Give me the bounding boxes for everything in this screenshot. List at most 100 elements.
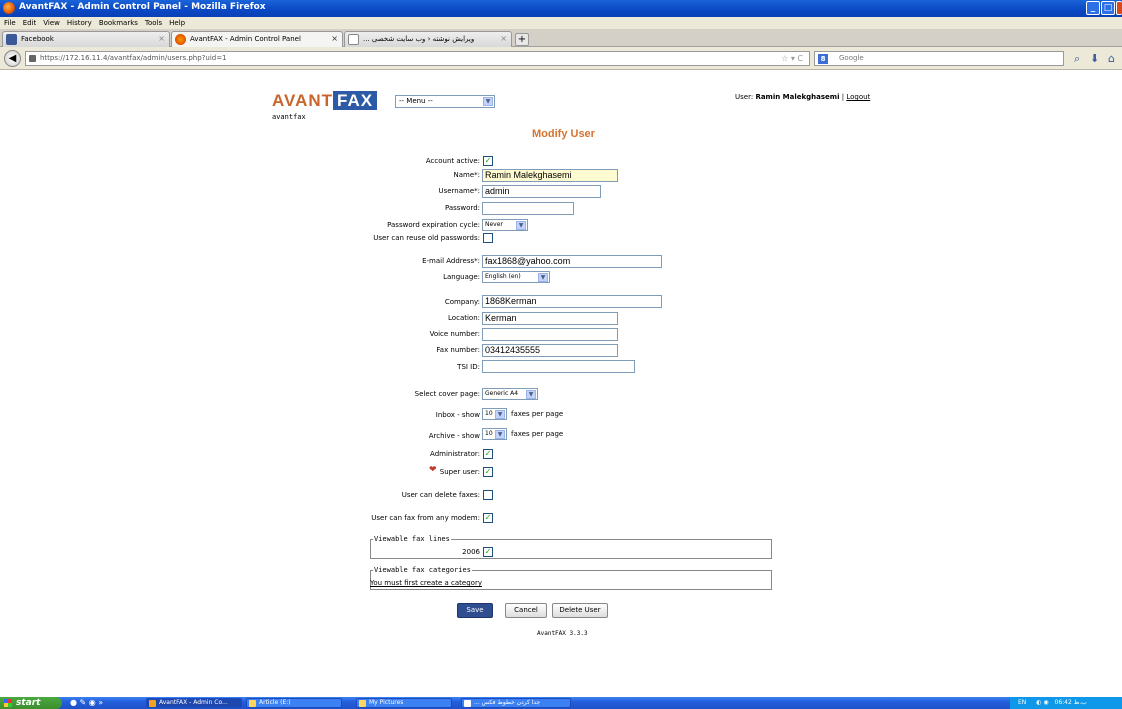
user-info: User: Ramin Malekghasemi | Logout — [735, 93, 870, 101]
menu-help[interactable]: Help — [169, 17, 185, 29]
name-label: Name*: — [453, 171, 480, 179]
search-bar[interactable]: 8 Google — [814, 51, 1064, 66]
chevron-down-icon[interactable]: ▼ — [495, 410, 505, 419]
fax-line-label: 2006 — [462, 548, 480, 556]
facebook-icon — [6, 34, 17, 45]
super-user-checkbox[interactable]: ✓ — [483, 467, 493, 477]
company-label: Company: — [444, 298, 480, 306]
download-icon[interactable]: ⬇ — [1090, 52, 1099, 65]
system-tray: EN ◐ ◉ 06:42 ب.ظ — [1010, 697, 1122, 709]
menu-file[interactable]: File — [4, 17, 16, 29]
maximize-button[interactable]: □ — [1101, 1, 1115, 15]
home-icon[interactable]: ⌂ — [1108, 52, 1115, 65]
administrator-label: Administrator: — [430, 450, 480, 458]
window-titlebar: AvantFAX - Admin Control Panel - Mozilla… — [0, 0, 1122, 17]
location-input[interactable]: Kerman — [482, 312, 618, 325]
inbox-show-label: Inbox - show — [435, 411, 480, 419]
task-my-pictures[interactable]: My Pictures — [356, 698, 452, 708]
email-input[interactable]: fax1868@yahoo.com — [482, 255, 662, 268]
menu-tools[interactable]: Tools — [145, 17, 162, 29]
delete-faxes-checkbox[interactable] — [483, 490, 493, 500]
start-button[interactable]: start — [0, 697, 62, 709]
task-article[interactable]: Article (E:) — [246, 698, 342, 708]
tray-icons[interactable]: ◐ ◉ — [1036, 699, 1048, 706]
tab-close-icon[interactable]: × — [331, 32, 338, 46]
menu-bookmarks[interactable]: Bookmarks — [99, 17, 138, 29]
archive-show-select[interactable]: 10 ▼ — [482, 428, 507, 440]
password-label: Password: — [444, 204, 480, 212]
fax-line-checkbox[interactable]: ✓ — [483, 547, 493, 557]
avantfax-tab-icon — [175, 34, 186, 45]
chevron-down-icon[interactable]: ▼ — [516, 221, 526, 230]
fax-lines-legend: Viewable fax lines — [373, 535, 451, 543]
tab-facebook[interactable]: Facebook × — [2, 31, 170, 47]
chevron-down-icon[interactable]: ▼ — [526, 390, 536, 399]
menu-select-value: -- Menu -- — [399, 97, 433, 105]
minimize-button[interactable]: _ — [1086, 1, 1100, 15]
chevron-down-icon[interactable]: ▼ — [495, 430, 505, 439]
task-persian-doc[interactable]: ... جدا کردن خطوط فکس — [461, 698, 571, 708]
email-label: E-mail Address*: — [422, 257, 480, 265]
close-button[interactable] — [1116, 1, 1122, 15]
task-label: AvantFAX - Admin Co... — [159, 699, 228, 706]
fax-number-input[interactable]: 03412435555 — [482, 344, 618, 357]
tab-close-icon[interactable]: × — [500, 32, 507, 46]
main-menu-select[interactable]: -- Menu -- ▼ — [395, 95, 495, 108]
menu-edit[interactable]: Edit — [23, 17, 37, 29]
tab-label: AvantFAX - Admin Control Panel — [190, 35, 301, 43]
username-input[interactable]: admin — [482, 185, 601, 198]
cancel-button[interactable]: Cancel — [505, 603, 547, 618]
username-label: Username*: — [438, 187, 480, 195]
fax-categories-legend: Viewable fax categories — [373, 566, 472, 574]
tab-close-icon[interactable]: × — [158, 32, 165, 46]
inbox-show-select[interactable]: 10 ▼ — [482, 408, 507, 420]
company-input[interactable]: 1868Kerman — [482, 295, 662, 308]
url-bar[interactable]: https://172.16.11.4/avantfax/admin/users… — [25, 51, 810, 66]
logout-link[interactable]: Logout — [846, 93, 870, 101]
administrator-checkbox[interactable]: ✓ — [483, 449, 493, 459]
save-button[interactable]: Save — [457, 603, 493, 618]
tab-label: ... ویرایش نوشته ‹ وب سایت شخصی — [363, 35, 475, 43]
back-button[interactable]: ◀ — [4, 50, 21, 67]
language-indicator[interactable]: EN — [1018, 699, 1026, 706]
menu-view[interactable]: View — [43, 17, 60, 29]
reuse-passwords-label: User can reuse old passwords: — [373, 234, 480, 242]
language-select[interactable]: English (en) ▼ — [482, 271, 550, 283]
cover-page-select[interactable]: Generic A4 ▼ — [482, 388, 538, 400]
user-prefix: User: — [735, 93, 754, 101]
task-avantfax[interactable]: AvantFAX - Admin Co... — [146, 698, 242, 708]
user-name: Ramin Malekghasemi — [755, 93, 840, 101]
taskbar: start ● ✎ ◉ » AvantFAX - Admin Co... Art… — [0, 697, 1122, 709]
inbox-per-page-text: faxes per page — [511, 410, 564, 418]
url-actions-icons[interactable]: ☆ ▾ C — [781, 52, 803, 65]
tab-avantfax[interactable]: AvantFAX - Admin Control Panel × — [171, 31, 343, 47]
location-label: Location: — [448, 314, 480, 322]
account-active-checkbox[interactable]: ✓ — [483, 156, 493, 166]
name-input[interactable]: Ramin Malekghasemi — [482, 169, 618, 182]
menu-history[interactable]: History — [67, 17, 92, 29]
any-modem-checkbox[interactable]: ✓ — [483, 513, 493, 523]
task-label: Article (E:) — [259, 699, 291, 706]
quick-launch-icons[interactable]: ● ✎ ◉ » — [70, 698, 103, 707]
archive-per-page-text: faxes per page — [511, 430, 564, 438]
reuse-passwords-checkbox[interactable] — [483, 233, 493, 243]
tsi-id-input[interactable] — [482, 360, 635, 373]
task-label: ... جدا کردن خطوط فکس — [474, 699, 541, 706]
tab-persian-site[interactable]: ... ویرایش نوشته ‹ وب سایت شخصی × — [344, 31, 512, 47]
menubar: File Edit View History Bookmarks Tools Help — [0, 17, 1122, 29]
document-icon — [464, 700, 471, 707]
voice-number-input[interactable] — [482, 328, 618, 341]
search-go-icon[interactable]: ⌕ — [1074, 52, 1080, 66]
chevron-down-icon[interactable]: ▼ — [483, 97, 493, 106]
password-input[interactable] — [482, 202, 574, 215]
chevron-down-icon[interactable]: ▼ — [538, 273, 548, 282]
create-category-link[interactable]: You must first create a category — [370, 579, 482, 587]
delete-user-button[interactable]: Delete User — [552, 603, 608, 618]
start-label: start — [16, 698, 41, 708]
tab-label: Facebook — [21, 35, 54, 43]
window-title: AvantFAX - Admin Control Panel - Mozilla… — [19, 2, 266, 12]
search-engine-icon[interactable]: 8 — [818, 54, 828, 64]
new-tab-button[interactable]: + — [515, 33, 529, 46]
password-cycle-select[interactable]: Never ▼ — [482, 219, 528, 231]
folder-icon — [359, 700, 366, 707]
